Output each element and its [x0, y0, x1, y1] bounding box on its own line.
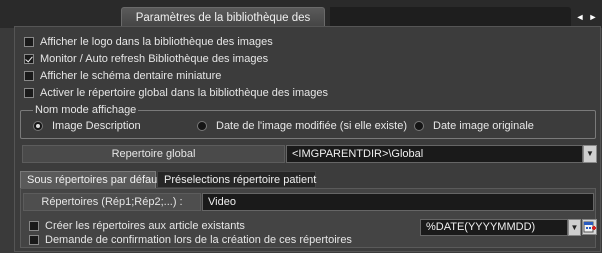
chevron-down-icon[interactable]: ▼ [568, 219, 581, 236]
option-label: Activer le répertoire global dans la bib… [40, 87, 329, 99]
radio-button[interactable] [197, 121, 207, 131]
radio-modified-date[interactable]: Date de l'image modifiée (si elle existe… [197, 119, 407, 133]
tab-prev-icon[interactable]: ◄ [574, 9, 586, 25]
tab-strip-empty [330, 7, 571, 27]
radio-label: Image Description [52, 120, 141, 132]
radio-button-selected[interactable] [33, 121, 43, 131]
tab-next-icon[interactable]: ► [587, 9, 599, 25]
option-confirm-creation[interactable]: Demande de confirmation lors de la créat… [29, 233, 352, 247]
radio-image-description[interactable]: Image Description [33, 119, 141, 133]
subdirs-input[interactable]: Video [202, 193, 594, 211]
option-label: Afficher le schéma dentaire miniature [40, 70, 222, 82]
tab-patient-preselections[interactable]: Préselections répertoire patient [157, 171, 316, 188]
option-label: Créer les répertoires aux article exista… [45, 220, 245, 232]
option-create-subdirs[interactable]: Créer les répertoires aux article exista… [29, 219, 245, 233]
checkbox[interactable] [29, 221, 39, 231]
subdirs-label: Répertoires (Rép1;Rép2;...) : [23, 193, 201, 211]
option-label: Afficher le logo dans la bibliothèque de… [40, 36, 273, 48]
tab-image-library-settings[interactable]: Paramètres de la bibliothèque des images [121, 7, 325, 44]
chevron-down-icon[interactable]: ▼ [583, 145, 597, 163]
option-label: Demande de confirmation lors de la créat… [45, 234, 352, 246]
tab-default-subdirs[interactable]: Sous répertoires par défaut [20, 171, 160, 188]
radio-button[interactable] [414, 121, 424, 131]
option-auto-refresh[interactable]: Monitor / Auto refresh Bibliothèque des … [24, 52, 268, 66]
checkbox[interactable] [29, 235, 39, 245]
date-format-input[interactable]: %DATE(YYYYMMDD) [420, 219, 568, 236]
checkbox[interactable] [24, 37, 34, 47]
option-show-logo[interactable]: Afficher le logo dans la bibliothèque de… [24, 35, 273, 49]
option-global-dir[interactable]: Activer le répertoire global dans la bib… [24, 86, 328, 100]
checkbox[interactable] [24, 71, 34, 81]
option-dental-chart[interactable]: Afficher le schéma dentaire miniature [24, 69, 221, 83]
radio-label: Date image originale [433, 120, 534, 132]
global-dir-label: Repertoire global [22, 145, 285, 163]
checkbox[interactable] [24, 88, 34, 98]
checkbox-checked[interactable] [24, 54, 34, 64]
global-dir-input[interactable]: <IMGPARENTDIR>\Global [286, 145, 583, 163]
display-mode-legend: Nom mode affichage [33, 104, 139, 116]
insert-date-variable-icon[interactable] [582, 219, 597, 235]
option-label: Monitor / Auto refresh Bibliothèque des … [40, 53, 269, 65]
radio-original-date[interactable]: Date image originale [414, 119, 534, 133]
radio-label: Date de l'image modifiée (si elle existe… [216, 120, 408, 132]
